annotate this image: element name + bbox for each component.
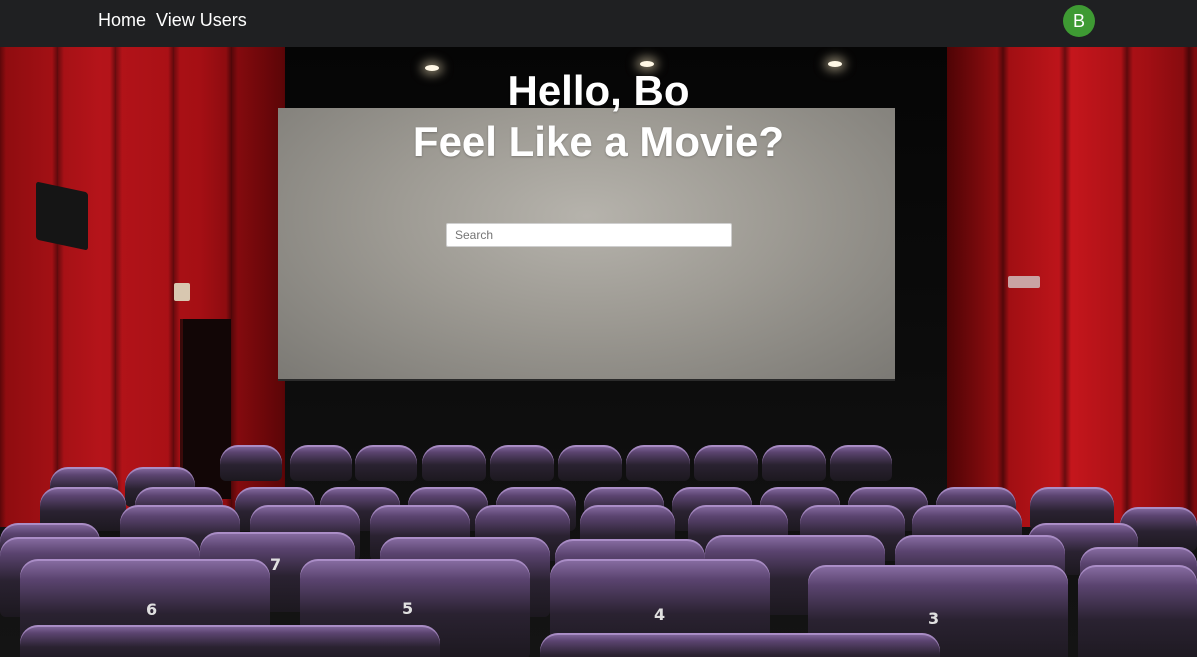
seat [355,445,417,481]
top-navbar: Home View Users B [0,0,1197,47]
nav-link-home[interactable]: Home [98,9,146,31]
seat [626,445,690,481]
hero-section: Hello, Bo Feel Like a Movie? [0,65,1197,167]
greeting-heading: Hello, Bo [507,67,690,114]
seat [694,445,758,481]
seat [1078,565,1197,657]
nav-link-view-users[interactable]: View Users [156,9,247,31]
seat [540,633,940,657]
seat [20,625,440,657]
tagline-heading: Feel Like a Movie? [412,118,785,165]
exit-sign [1008,276,1040,288]
seat-number: 4 [654,605,666,624]
nav-links: Home View Users [98,9,247,31]
search-input[interactable] [446,223,732,247]
seat [830,445,892,481]
seat [558,445,622,481]
seat [490,445,554,481]
seat [422,445,486,481]
wall-speaker [36,181,88,251]
seat-number: 5 [402,599,414,618]
wall-sign [174,283,190,301]
seat-number: 3 [928,609,940,628]
user-avatar[interactable]: B [1063,5,1095,37]
seat-number: 6 [146,600,158,619]
seat [762,445,826,481]
seat [220,445,282,481]
seat-number: 7 [270,555,282,574]
seat [290,445,352,481]
